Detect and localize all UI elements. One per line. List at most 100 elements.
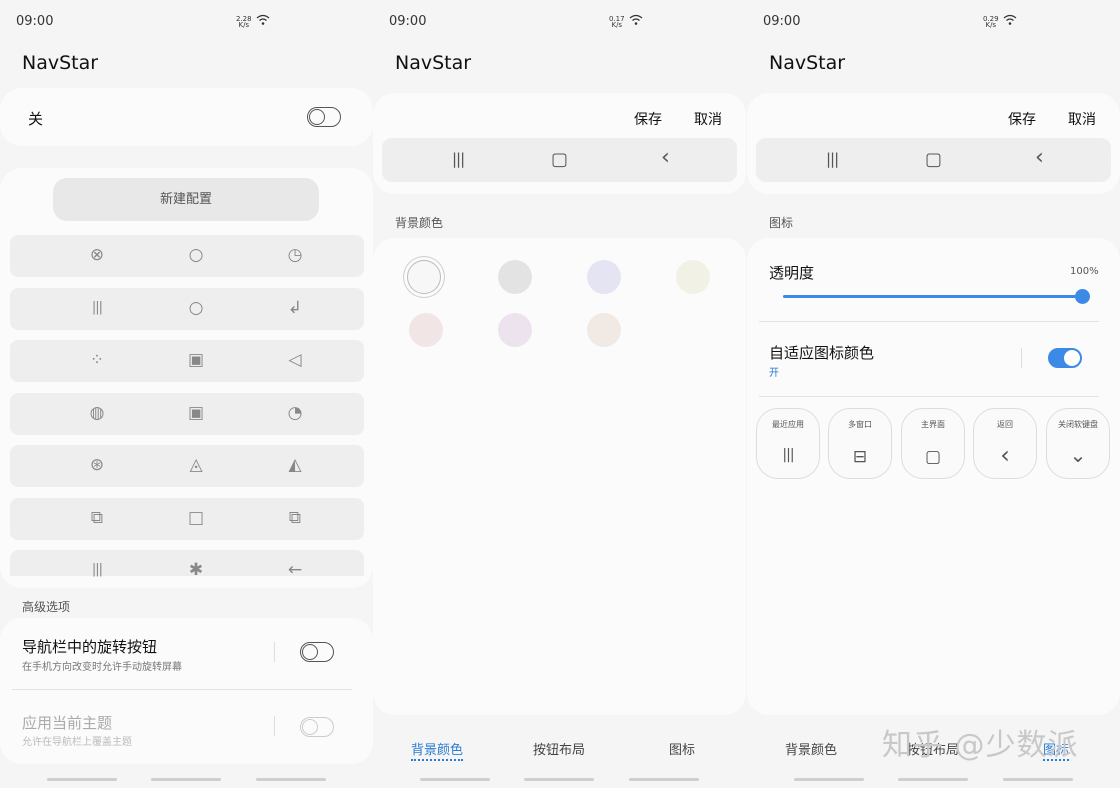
icon-style-glyph-icon: ✱ — [188, 560, 204, 580]
hide-keyboard-button-option[interactable]: 关闭软键盘 ⌄ — [1046, 408, 1110, 479]
divider — [1021, 348, 1022, 368]
opacity-slider-thumb[interactable] — [1075, 289, 1090, 304]
divider — [759, 321, 1099, 322]
home-indicator[interactable] — [629, 778, 699, 781]
status-bar: 09:00 0.17 K/s — [389, 14, 730, 32]
network-speed: 2.28 K/s — [236, 15, 252, 29]
color-swatch[interactable] — [498, 313, 532, 347]
icon-style-row[interactable]: ⧉ □ ⧉ — [10, 497, 364, 540]
pill-label: 返回 — [997, 420, 1013, 429]
apply-theme-toggle[interactable] — [300, 717, 334, 737]
divider — [759, 396, 1099, 397]
app-title: NavStar — [22, 52, 99, 74]
rotate-button-toggle[interactable] — [300, 642, 334, 662]
pill-label: 最近应用 — [772, 420, 804, 429]
icon-section-header: 图标 — [769, 216, 794, 230]
home-button-option[interactable]: 主界面 ▢ — [901, 408, 965, 479]
apply-theme-title: 应用当前主题 — [22, 714, 113, 732]
preview-card: 保存 取消 ||| ▢ ‹ — [373, 93, 746, 194]
icon-style-row[interactable]: ◍ ▣ ◔ — [10, 392, 364, 435]
master-switch-label: 关 — [28, 110, 44, 128]
icon-style-glyph-icon: ◷ — [287, 245, 303, 265]
icon-style-glyph-icon: ▣ — [187, 402, 205, 423]
icon-style-glyph-icon: ◔ — [287, 402, 303, 423]
recent-apps-button-option[interactable]: 最近应用 ||| — [756, 408, 820, 479]
bg-color-section-header: 背景颜色 — [395, 216, 444, 230]
icon-style-glyph-icon: ○ — [188, 245, 204, 265]
home-indicator[interactable] — [794, 778, 864, 781]
apply-theme-desc: 允许在导航栏上覆盖主题 — [22, 737, 132, 748]
cancel-button[interactable]: 取消 — [694, 109, 722, 129]
background-color-panel: 09:00 0.17 K/s NavStar 保存 取消 ||| ▢ ‹ 背景颜色… — [373, 0, 746, 788]
pill-label: 多窗口 — [848, 420, 872, 429]
color-swatch[interactable] — [676, 260, 710, 294]
home-indicator[interactable] — [420, 778, 490, 781]
icon-style-row[interactable]: ||| ○ ↲ — [10, 287, 364, 330]
master-switch-card[interactable]: 关 — [0, 88, 373, 146]
home-indicator[interactable] — [1003, 778, 1073, 781]
tab-button-layout[interactable]: 按钮布局 — [533, 739, 585, 758]
home-indicator[interactable] — [151, 778, 221, 781]
color-swatch[interactable] — [498, 260, 532, 294]
icon-style-glyph-icon: ◍ — [89, 402, 105, 423]
tab-icon[interactable]: 图标 — [669, 739, 695, 758]
home-icon: ▢ — [551, 149, 569, 170]
icon-style-row[interactable]: ⁘ ▣ ◁ — [10, 340, 364, 382]
status-time: 09:00 — [389, 14, 427, 29]
new-config-button[interactable]: 新建配置 — [53, 178, 319, 221]
back-icon: ‹ — [1035, 145, 1044, 170]
opacity-slider-track[interactable] — [783, 289, 1090, 304]
tab-background-color[interactable]: 背景颜色 — [785, 739, 837, 758]
opacity-slider-fill — [783, 295, 1083, 298]
color-swatch[interactable] — [587, 313, 621, 347]
status-time: 09:00 — [763, 14, 801, 29]
color-swatch[interactable] — [587, 260, 621, 294]
home-indicator[interactable] — [898, 778, 968, 781]
home-icon: ▢ — [925, 149, 943, 170]
icon-style-glyph-icon: ◬ — [189, 455, 203, 475]
settings-panel-main: 09:00 2.28 K/s NavStar 关 新建配置 ⊗ ○ ◷ ||| ○ ↲ ⁘ ▣ ◁… — [0, 0, 373, 788]
pill-label: 关闭软键盘 — [1058, 420, 1098, 429]
icon-style-glyph-icon: ◁ — [288, 350, 302, 370]
icon-style-glyph-icon: □ — [187, 507, 205, 528]
icon-style-row[interactable]: ||| ✱ ← — [10, 550, 364, 580]
watermark: 知乎 @少数派 — [882, 728, 1079, 763]
advanced-section-header: 高级选项 — [22, 600, 71, 614]
color-swatch[interactable] — [409, 313, 443, 347]
recent-apps-icon: ||| — [826, 150, 839, 168]
home-indicator[interactable] — [47, 778, 117, 781]
multi-window-icon: ⊟ — [852, 447, 868, 467]
home-indicator[interactable] — [256, 778, 326, 781]
home-icon: ▢ — [924, 447, 942, 467]
cancel-button[interactable]: 取消 — [1068, 109, 1096, 129]
chevron-down-icon: ⌄ — [1069, 443, 1087, 467]
icon-style-glyph-icon: ▣ — [187, 350, 205, 370]
adaptive-icon-color-state: 开 — [769, 368, 779, 379]
tab-background-color[interactable]: 背景颜色 — [411, 739, 464, 761]
icon-style-row[interactable]: ⊛ ◬ ◭ — [10, 445, 364, 487]
icon-style-glyph-icon: ⧉ — [288, 507, 302, 528]
icon-settings-panel: 09:00 0.29 K/s NavStar 保存 取消 ||| ▢ ‹ 图标 透… — [747, 0, 1120, 788]
network-speed: 0.29 K/s — [983, 15, 999, 29]
multi-window-button-option[interactable]: 多窗口 ⊟ — [828, 408, 892, 479]
wifi-icon — [1003, 14, 1017, 30]
save-button[interactable]: 保存 — [1008, 109, 1036, 129]
color-swatch-selected[interactable] — [407, 260, 441, 294]
wifi-icon — [256, 14, 270, 30]
icon-style-glyph-icon: ◭ — [288, 455, 302, 475]
master-toggle[interactable] — [307, 107, 341, 127]
home-indicator[interactable] — [524, 778, 594, 781]
color-palette-card — [373, 238, 746, 715]
network-speed: 0.17 K/s — [609, 15, 625, 29]
icon-style-glyph-icon: ← — [287, 560, 303, 580]
icon-style-row[interactable]: ⊗ ○ ◷ — [10, 235, 364, 277]
pill-label: 主界面 — [921, 420, 945, 429]
preview-card: 保存 取消 ||| ▢ ‹ — [747, 93, 1120, 194]
back-button-option[interactable]: 返回 ‹ — [973, 408, 1037, 479]
status-bar: 09:00 0.29 K/s — [763, 14, 1104, 32]
adaptive-icon-color-toggle[interactable] — [1048, 348, 1082, 368]
icon-style-glyph-icon: ⁘ — [89, 350, 105, 370]
icon-style-glyph-icon: ||| — [91, 562, 103, 577]
status-bar: 09:00 2.28 K/s — [16, 14, 357, 32]
save-button[interactable]: 保存 — [634, 109, 662, 129]
